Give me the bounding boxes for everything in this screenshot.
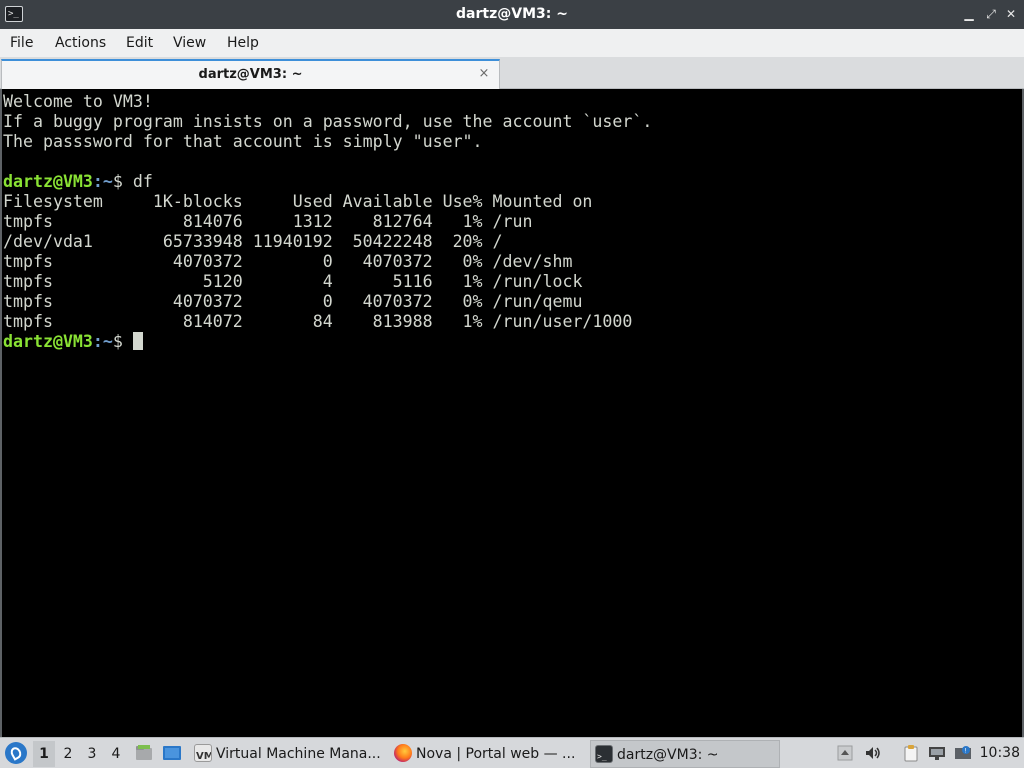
minimize-icon[interactable]: ▁ — [962, 7, 976, 21]
df-row: tmpfs 814072 84 813988 1% /run/user/1000 — [3, 312, 633, 331]
menu-view[interactable]: View — [173, 29, 206, 57]
start-menu-icon[interactable] — [5, 742, 27, 764]
menu-file[interactable]: File — [10, 29, 33, 57]
prompt-path: :~ — [92, 172, 113, 191]
prompt-path: :~ — [92, 332, 113, 351]
df-row: tmpfs 814076 1312 812764 1% /run — [3, 212, 533, 231]
menu-edit[interactable]: Edit — [126, 29, 153, 57]
task-label: Nova | Portal web — ... — [416, 746, 576, 762]
file-manager-icon[interactable] — [134, 743, 154, 763]
show-desktop-icon[interactable] — [162, 743, 182, 763]
prompt-symbol: $ — [112, 332, 133, 351]
workspace-1[interactable]: 1 — [33, 741, 55, 767]
clock[interactable]: 10:38 — [980, 738, 1020, 768]
df-header: Filesystem 1K-blocks Used Available Use%… — [3, 192, 593, 211]
scroll-up-icon[interactable] — [836, 744, 854, 762]
taskbar: 1 2 3 4 VM Virtual Machine Mana... Nova … — [0, 737, 1024, 768]
svg-text:>_: >_ — [597, 752, 607, 761]
restore-icon[interactable]: ⤢ — [984, 7, 998, 21]
menu-actions[interactable]: Actions — [55, 29, 106, 57]
task-virtual-machine-manager[interactable]: VM Virtual Machine Mana... — [190, 740, 384, 768]
tab-close-icon[interactable]: × — [477, 67, 491, 81]
task-label: dartz@VM3: ~ — [617, 747, 719, 763]
df-row: tmpfs 5120 4 5116 1% /run/lock — [3, 272, 583, 291]
terminal-area[interactable]: Welcome to VM3! If a buggy program insis… — [0, 89, 1024, 737]
active-prompt-line: dartz@VM3:~$ — [3, 332, 1022, 352]
task-terminal[interactable]: >_ dartz@VM3: ~ — [590, 740, 780, 768]
df-row: tmpfs 4070372 0 4070372 0% /dev/shm — [3, 252, 573, 271]
prompt-user: dartz@VM3 — [3, 172, 93, 191]
motd-line: If a buggy program insists on a password… — [3, 112, 653, 131]
tab-bar: dartz@VM3: ~ × — [0, 57, 1024, 89]
command-text: df — [132, 172, 153, 191]
prompt-symbol: $ — [112, 172, 133, 191]
tab-terminal[interactable]: dartz@VM3: ~ × — [1, 59, 500, 89]
menu-bar: File Actions Edit View Help — [0, 29, 1024, 57]
tab-label: dartz@VM3: ~ — [198, 67, 303, 82]
df-row: tmpfs 4070372 0 4070372 0% /run/qemu — [3, 292, 583, 311]
terminal-icon: >_ — [595, 745, 613, 763]
motd-line: Welcome to VM3! — [3, 92, 153, 111]
update-notifier-icon[interactable]: ! — [954, 744, 972, 762]
motd-line: The passsword for that account is simply… — [3, 132, 483, 151]
df-row: /dev/vda1 65733948 11940192 50422248 20%… — [3, 232, 503, 251]
network-icon[interactable] — [928, 744, 946, 762]
virt-manager-icon: VM — [194, 744, 214, 762]
task-firefox[interactable]: Nova | Portal web — ... — [390, 740, 586, 768]
close-icon[interactable]: ✕ — [1004, 7, 1018, 21]
window-title: dartz@VM3: ~ — [456, 6, 568, 22]
firefox-icon — [394, 744, 412, 762]
workspace-3[interactable]: 3 — [81, 741, 103, 767]
text-cursor — [132, 332, 143, 350]
svg-text:!: ! — [965, 748, 967, 755]
clipboard-icon[interactable] — [902, 744, 920, 762]
volume-icon[interactable] — [864, 744, 882, 762]
workspace-2[interactable]: 2 — [57, 741, 79, 767]
window-titlebar: >_ dartz@VM3: ~ ▁ ⤢ ✕ — [0, 0, 1024, 29]
menu-help[interactable]: Help — [227, 29, 259, 57]
workspace-4[interactable]: 4 — [105, 741, 127, 767]
svg-text:VM: VM — [196, 751, 211, 762]
prompt-user: dartz@VM3 — [3, 332, 93, 351]
task-label: Virtual Machine Mana... — [216, 746, 381, 762]
command-line: dartz@VM3:~$ df — [3, 172, 1022, 192]
